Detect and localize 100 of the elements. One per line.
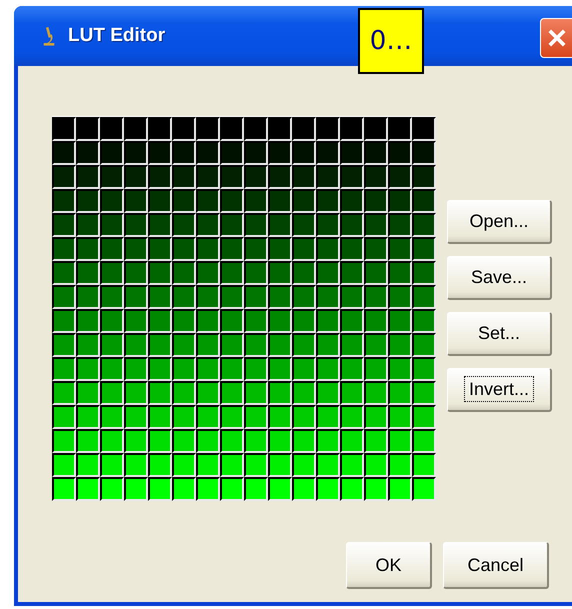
color-swatch [124, 285, 148, 309]
color-swatch [316, 453, 340, 477]
color-swatch [412, 117, 436, 141]
dialog-button[interactable]: OK [346, 542, 432, 589]
color-swatch [268, 237, 292, 261]
color-swatch [196, 405, 220, 429]
color-swatch [244, 237, 268, 261]
color-swatch [196, 141, 220, 165]
color-swatch [124, 477, 148, 501]
color-swatch [292, 261, 316, 285]
color-swatch [316, 189, 340, 213]
color-swatch [268, 261, 292, 285]
color-swatch [292, 429, 316, 453]
color-swatch [412, 285, 436, 309]
color-swatch [268, 405, 292, 429]
color-swatch [124, 165, 148, 189]
color-swatch [100, 189, 124, 213]
color-swatch [316, 333, 340, 357]
color-swatch [292, 237, 316, 261]
color-swatch [244, 117, 268, 141]
color-swatch [412, 429, 436, 453]
color-swatch [268, 453, 292, 477]
color-swatch [244, 429, 268, 453]
color-swatch [364, 141, 388, 165]
color-swatch [412, 261, 436, 285]
color-swatch [340, 237, 364, 261]
color-swatch [412, 237, 436, 261]
color-swatch [340, 261, 364, 285]
color-swatch [76, 381, 100, 405]
color-swatch [388, 141, 412, 165]
color-swatch [340, 189, 364, 213]
color-swatch [316, 285, 340, 309]
color-swatch [172, 237, 196, 261]
color-swatch [76, 309, 100, 333]
color-swatch [172, 165, 196, 189]
color-swatch [292, 165, 316, 189]
color-swatch [172, 333, 196, 357]
close-button[interactable] [540, 18, 572, 58]
color-swatch [76, 405, 100, 429]
color-swatch [124, 453, 148, 477]
color-swatch [220, 405, 244, 429]
action-button[interactable]: Save... [447, 256, 552, 300]
color-swatch [292, 213, 316, 237]
color-swatch [244, 405, 268, 429]
color-swatch [388, 357, 412, 381]
color-swatch [196, 477, 220, 501]
color-swatch [388, 117, 412, 141]
color-swatch [388, 261, 412, 285]
color-swatch [172, 261, 196, 285]
badge: 0… [358, 8, 424, 74]
color-swatch [100, 141, 124, 165]
color-swatch [100, 213, 124, 237]
window-title: LUT Editor [68, 25, 166, 47]
color-swatch [268, 477, 292, 501]
color-swatch [268, 141, 292, 165]
color-swatch [364, 381, 388, 405]
color-swatch [388, 309, 412, 333]
color-swatch [412, 189, 436, 213]
color-swatch [340, 141, 364, 165]
action-button[interactable]: Invert... [447, 368, 552, 412]
color-swatch [364, 429, 388, 453]
color-swatch [244, 333, 268, 357]
action-button[interactable]: Set... [447, 312, 552, 356]
color-swatch [148, 429, 172, 453]
color-swatch [196, 309, 220, 333]
color-swatch [124, 429, 148, 453]
color-swatch [220, 429, 244, 453]
color-swatch [340, 405, 364, 429]
color-swatch [220, 117, 244, 141]
color-swatch [148, 213, 172, 237]
color-swatch [292, 117, 316, 141]
color-swatch [100, 429, 124, 453]
color-swatch [292, 357, 316, 381]
color-swatch [412, 213, 436, 237]
color-swatch [220, 333, 244, 357]
color-swatch [220, 261, 244, 285]
color-swatch [148, 405, 172, 429]
color-swatch [244, 453, 268, 477]
action-button[interactable]: Open... [447, 200, 552, 244]
color-swatch [148, 117, 172, 141]
color-swatch [316, 141, 340, 165]
color-swatch [100, 117, 124, 141]
color-swatch [172, 381, 196, 405]
color-swatch [292, 189, 316, 213]
color-swatch [196, 261, 220, 285]
color-swatch [220, 189, 244, 213]
color-swatch [124, 141, 148, 165]
color-swatch [220, 477, 244, 501]
color-swatch [76, 477, 100, 501]
color-swatch [340, 285, 364, 309]
dialog-button[interactable]: Cancel [443, 542, 549, 589]
color-swatch [340, 165, 364, 189]
color-swatch [316, 357, 340, 381]
color-swatch [148, 189, 172, 213]
color-swatch [244, 477, 268, 501]
color-swatch [412, 453, 436, 477]
color-swatch [364, 237, 388, 261]
color-swatch [340, 453, 364, 477]
color-swatch [364, 357, 388, 381]
color-swatch [268, 309, 292, 333]
